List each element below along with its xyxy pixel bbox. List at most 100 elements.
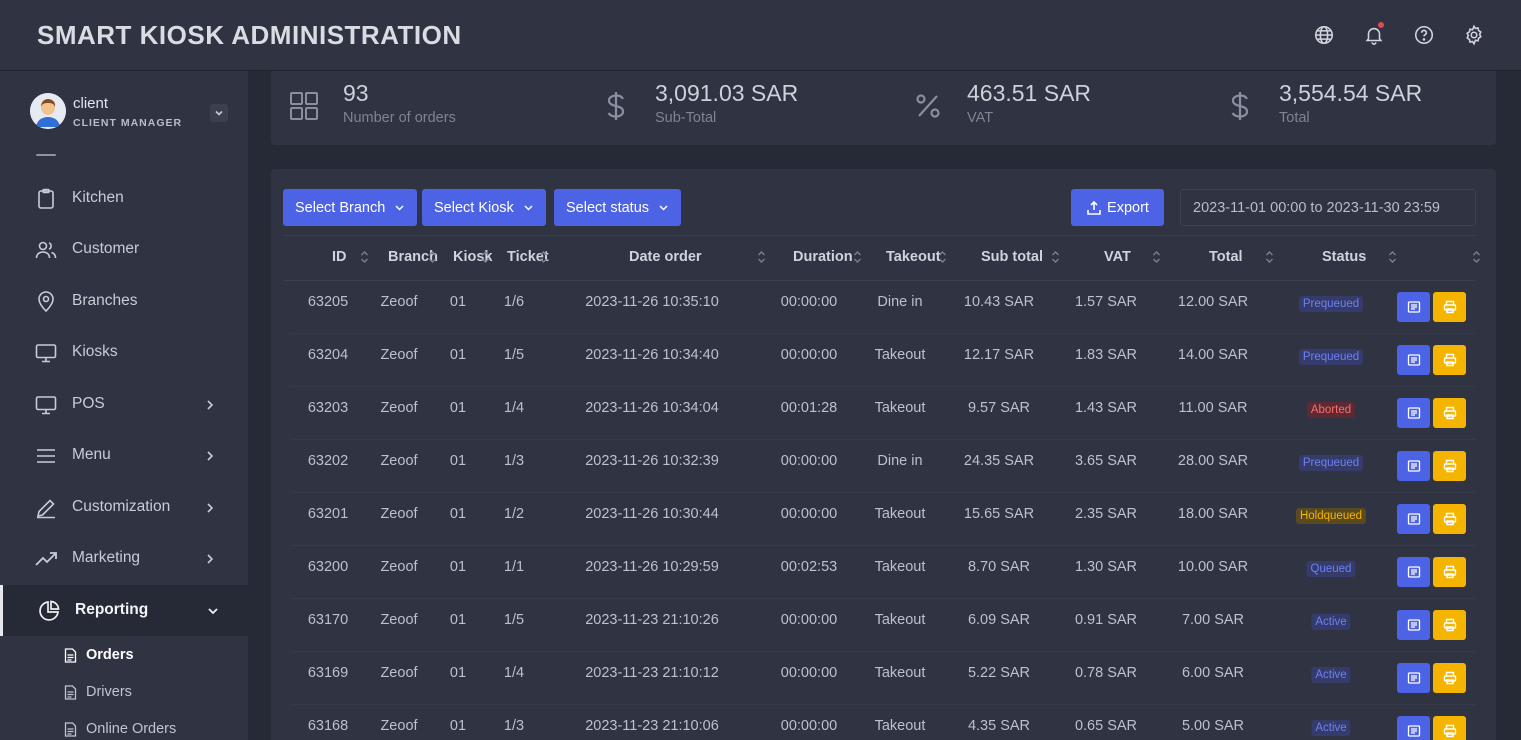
sidebar-item-reporting[interactable]: Reporting <box>0 585 248 636</box>
sort-icon[interactable] <box>1152 250 1161 264</box>
table-cell: Zeoof <box>380 506 418 522</box>
column-header[interactable]: Date order <box>629 249 702 265</box>
table-cell: 1/4 <box>503 400 525 416</box>
table-cell: 1/4 <box>503 665 525 681</box>
sidebar-subitem-online-orders[interactable]: Online Orders <box>64 717 176 740</box>
date-range-input[interactable]: 2023-11-01 00:00 to 2023-11-30 23:59 <box>1180 189 1476 226</box>
column-header[interactable]: Status <box>1322 249 1366 265</box>
dropdown-label: Select Kiosk <box>434 199 514 216</box>
avatar <box>30 93 66 129</box>
view-icon[interactable] <box>1397 451 1430 481</box>
table-cell: 7.00 SAR <box>1181 612 1245 628</box>
export-button[interactable]: Export <box>1071 189 1164 226</box>
chevron-right-icon <box>203 398 217 412</box>
top-header: SMART KIOSK ADMINISTRATION <box>0 0 1521 71</box>
table-cell: Zeoof <box>380 294 418 310</box>
chevron-down-icon[interactable] <box>210 104 228 122</box>
sidebar-subitem-drivers[interactable]: Drivers <box>64 680 132 704</box>
bell-icon[interactable] <box>1363 22 1385 46</box>
sidebar-item-branches[interactable]: Branches <box>0 276 248 327</box>
print-icon[interactable] <box>1433 345 1466 375</box>
sidebar-subitem-label: Drivers <box>86 684 132 700</box>
sidebar-item-menu[interactable]: Menu <box>0 430 248 481</box>
table-cell: 15.65 SAR <box>963 506 1035 522</box>
sort-icon[interactable] <box>539 250 548 264</box>
sidebar-item-label: Kitchen <box>72 189 124 206</box>
clipboard-icon <box>34 187 58 211</box>
print-icon[interactable] <box>1433 451 1466 481</box>
sidebar-item-kiosks[interactable]: Kiosks <box>0 327 248 378</box>
print-icon[interactable] <box>1433 292 1466 322</box>
sidebar-item-customization[interactable]: Customization <box>0 482 248 533</box>
table-cell: Takeout <box>874 400 926 416</box>
column-header[interactable]: Total <box>1209 249 1243 265</box>
sort-icon[interactable] <box>938 250 947 264</box>
sort-icon[interactable] <box>1265 250 1274 264</box>
column-header[interactable]: ID <box>332 249 347 265</box>
table-cell: 6.09 SAR <box>967 612 1031 628</box>
sort-icon[interactable] <box>360 250 369 264</box>
user-profile[interactable]: client CLIENT MANAGER <box>30 93 230 133</box>
select-branch-dropdown[interactable]: Select Branch <box>283 189 418 226</box>
gear-icon[interactable] <box>1463 24 1485 46</box>
percent-icon <box>911 89 945 123</box>
table-cell: 12.17 SAR <box>963 347 1035 363</box>
help-icon[interactable] <box>1413 24 1435 46</box>
view-icon[interactable] <box>1397 557 1430 587</box>
print-icon[interactable] <box>1433 557 1466 587</box>
sidebar-item-label: Kiosks <box>72 343 118 360</box>
sort-icon[interactable] <box>1472 250 1481 264</box>
print-icon[interactable] <box>1433 663 1466 693</box>
sort-icon[interactable] <box>853 250 862 264</box>
table-cell: 01 <box>449 400 467 416</box>
sidebar-subitem-orders[interactable]: Orders <box>64 643 134 667</box>
view-icon[interactable] <box>1397 716 1430 740</box>
table-cell: 00:00:00 <box>780 612 838 628</box>
table-cell: 1/1 <box>503 559 525 575</box>
table-cell: 0.78 SAR <box>1074 665 1138 681</box>
select-kiosk-dropdown[interactable]: Select Kiosk <box>422 189 546 226</box>
column-header[interactable]: Takeout <box>886 249 941 265</box>
select-status-dropdown[interactable]: Select status <box>554 189 682 226</box>
print-icon[interactable] <box>1433 504 1466 534</box>
sidebar-item-label: Menu <box>72 446 111 463</box>
users-icon <box>34 238 58 262</box>
table-cell: 2.35 SAR <box>1074 506 1138 522</box>
column-header[interactable]: Sub total <box>981 249 1043 265</box>
sort-icon[interactable] <box>1051 250 1060 264</box>
status-badge: Active <box>1311 720 1351 736</box>
print-icon[interactable] <box>1433 716 1466 740</box>
table-cell: 01 <box>449 506 467 522</box>
column-header[interactable]: Duration <box>793 249 853 265</box>
view-icon[interactable] <box>1397 398 1430 428</box>
table-cell: 1/5 <box>503 347 525 363</box>
view-icon[interactable] <box>1397 292 1430 322</box>
column-header[interactable]: VAT <box>1104 249 1131 265</box>
view-icon[interactable] <box>1397 610 1430 640</box>
view-icon[interactable] <box>1397 663 1430 693</box>
table-row: 63202 Zeoof 01 1/3 2023-11-26 10:32:39 00:00:… <box>291 440 1476 493</box>
sort-icon[interactable] <box>1388 250 1397 264</box>
globe-icon[interactable] <box>1313 24 1335 46</box>
table-cell: 1.30 SAR <box>1074 559 1138 575</box>
sort-icon[interactable] <box>757 250 766 264</box>
sort-icon[interactable] <box>481 250 490 264</box>
stat-value: 3,554.54 SAR <box>1279 80 1423 106</box>
sort-icon[interactable] <box>428 250 437 264</box>
table-cell: 00:01:28 <box>780 400 838 416</box>
sidebar-item-marketing[interactable]: Marketing <box>0 533 248 584</box>
table-cell: 1/5 <box>503 612 525 628</box>
sidebar-item-kitchen[interactable]: Kitchen <box>0 173 248 224</box>
print-icon[interactable] <box>1433 398 1466 428</box>
table-cell: 01 <box>449 559 467 575</box>
sidebar-item-customer[interactable]: Customer <box>0 224 248 275</box>
print-icon[interactable] <box>1433 610 1466 640</box>
status-badge: Prequeued <box>1298 296 1364 312</box>
chevron-right-icon <box>203 449 217 463</box>
table-cell: Zeoof <box>380 453 418 469</box>
sidebar: client CLIENT MANAGER Kitchen Customer B… <box>0 71 248 740</box>
view-icon[interactable] <box>1397 504 1430 534</box>
view-icon[interactable] <box>1397 345 1430 375</box>
sidebar-item-pos[interactable]: POS <box>0 379 248 430</box>
table-cell: 00:00:00 <box>780 665 838 681</box>
